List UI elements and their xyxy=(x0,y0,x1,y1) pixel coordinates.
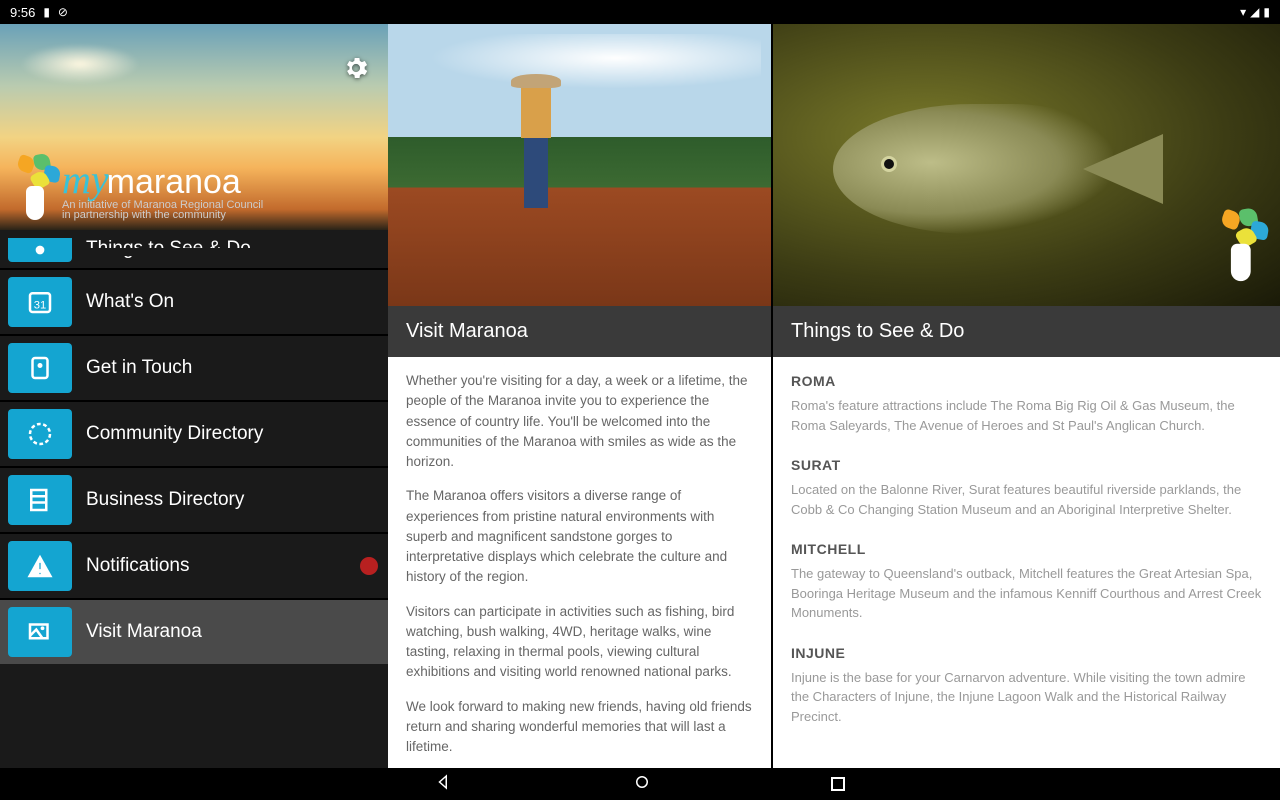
notification-badge xyxy=(360,557,378,575)
visit-para: The Maranoa offers visitors a diverse ra… xyxy=(406,486,753,587)
region-name: MITCHELL xyxy=(791,539,1262,560)
things-column: Things to See & Do ROMA Roma's feature a… xyxy=(773,24,1280,768)
region-desc: Roma's feature attractions include The R… xyxy=(791,396,1262,435)
nav-list: Things to See & Do 31 What's On Get in T… xyxy=(0,236,388,768)
sidebar-item-label: Things to See & Do xyxy=(86,238,251,260)
region-surat[interactable]: SURAT Located on the Balonne River, Sura… xyxy=(791,455,1262,519)
corner-logo-icon xyxy=(1218,212,1268,282)
battery-small-icon: ▮ xyxy=(43,5,50,19)
region-desc: Injune is the base for your Carnarvon ad… xyxy=(791,668,1262,727)
calendar-icon: 31 xyxy=(8,277,72,327)
region-name: INJUNE xyxy=(791,643,1262,664)
visit-para: Visitors can participate in activities s… xyxy=(406,602,753,683)
app-frame: mymaranoa An initiative of Maranoa Regio… xyxy=(0,24,1280,768)
sidebar-item-notifications[interactable]: Notifications xyxy=(0,532,388,598)
logo-tree-icon xyxy=(12,154,62,224)
man-figure xyxy=(508,74,564,224)
visit-para: Whether you're visiting for a day, a wee… xyxy=(406,371,753,472)
sidebar-banner: mymaranoa An initiative of Maranoa Regio… xyxy=(0,24,388,230)
sidebar-item-community[interactable]: Community Directory xyxy=(0,400,388,466)
things-header: Things to See & Do xyxy=(773,306,1280,357)
community-icon xyxy=(8,409,72,459)
contact-icon xyxy=(8,343,72,393)
sidebar-item-visit[interactable]: Visit Maranoa xyxy=(0,598,388,664)
region-injune[interactable]: INJUNE Injune is the base for your Carna… xyxy=(791,643,1262,727)
android-navbar xyxy=(0,768,1280,800)
sidebar-item-label: Business Directory xyxy=(86,489,244,511)
svg-text:31: 31 xyxy=(34,299,47,311)
battery-icon: ▮ xyxy=(1263,5,1270,19)
sidebar-item-label: Community Directory xyxy=(86,423,263,445)
recent-button[interactable] xyxy=(831,777,845,791)
region-desc: The gateway to Queensland's outback, Mit… xyxy=(791,564,1262,623)
logo-maranoa: maranoa xyxy=(107,163,241,201)
region-name: SURAT xyxy=(791,455,1262,476)
sidebar-item-label: Notifications xyxy=(86,555,190,577)
alert-icon xyxy=(8,541,72,591)
things-hero-image xyxy=(773,24,1280,306)
things-body[interactable]: ROMA Roma's feature attractions include … xyxy=(773,357,1280,768)
content-area: Visit Maranoa Whether you're visiting fo… xyxy=(388,24,1280,768)
sidebar-item-business[interactable]: Business Directory xyxy=(0,466,388,532)
banner-sky xyxy=(20,44,140,84)
region-roma[interactable]: ROMA Roma's feature attractions include … xyxy=(791,371,1262,435)
region-desc: Located on the Balonne River, Surat feat… xyxy=(791,480,1262,519)
sidebar-item-getintouch[interactable]: Get in Touch xyxy=(0,334,388,400)
sidebar-item-whatson[interactable]: 31 What's On xyxy=(0,268,388,334)
visit-column: Visit Maranoa Whether you're visiting fo… xyxy=(388,24,773,768)
visit-body[interactable]: Whether you're visiting for a day, a wee… xyxy=(388,357,771,768)
back-button[interactable] xyxy=(435,773,453,796)
logo-my: my xyxy=(62,157,109,202)
signal-icon: ◢ xyxy=(1250,5,1259,19)
sidebar-item-things[interactable]: Things to See & Do xyxy=(0,236,388,268)
photo-icon xyxy=(8,607,72,657)
visit-para: We look forward to making new friends, h… xyxy=(406,697,753,758)
status-bar: 9:56 ▮ ⊘ ▾ ◢ ▮ xyxy=(0,0,1280,24)
home-button[interactable] xyxy=(633,773,651,796)
region-name: ROMA xyxy=(791,371,1262,392)
sidebar-item-label: Get in Touch xyxy=(86,357,192,379)
business-icon xyxy=(8,475,72,525)
visit-hero-image xyxy=(388,24,771,306)
sidebar: mymaranoa An initiative of Maranoa Regio… xyxy=(0,24,388,768)
sidebar-item-label: What's On xyxy=(86,291,174,313)
gear-icon[interactable] xyxy=(342,54,370,87)
visit-header: Visit Maranoa xyxy=(388,306,771,357)
fish-figure xyxy=(833,104,1113,234)
status-time: 9:56 xyxy=(10,5,35,20)
no-sim-icon: ⊘ xyxy=(58,5,68,19)
eye-icon xyxy=(8,238,72,262)
sidebar-item-label: Visit Maranoa xyxy=(86,621,202,643)
wifi-icon: ▾ xyxy=(1240,5,1246,19)
app-logo: mymaranoa An initiative of Maranoa Regio… xyxy=(12,154,263,224)
region-mitchell[interactable]: MITCHELL The gateway to Queensland's out… xyxy=(791,539,1262,623)
